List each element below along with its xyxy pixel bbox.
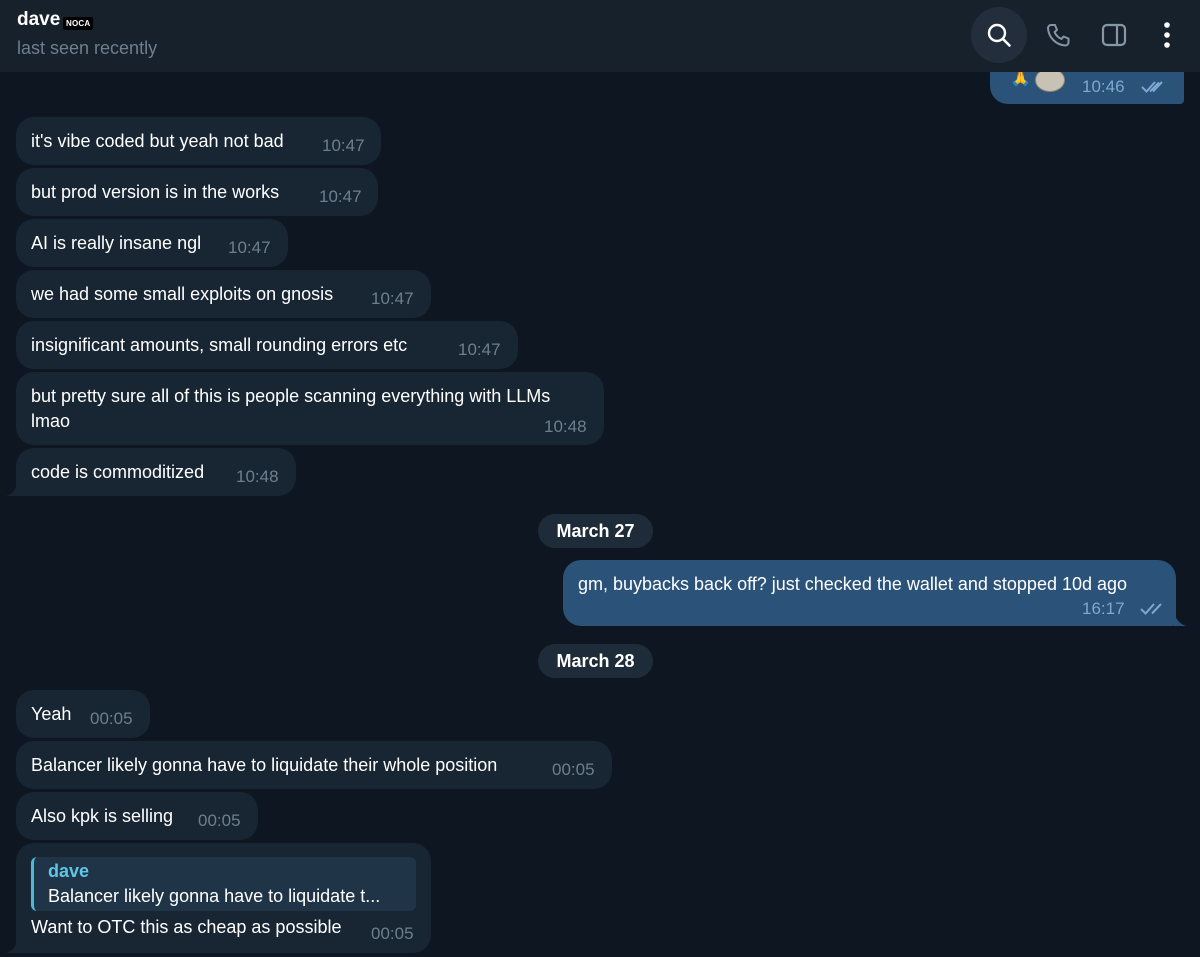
contact-name[interactable]: dave [17,9,60,31]
bubble-tail [6,482,18,496]
message-text: insignificant amounts, small rounding er… [31,335,408,355]
message-time: 10:47 [319,187,362,206]
reply-author: dave [48,861,90,881]
message-bubble-incoming-reply[interactable]: dave Balancer likely gonna have to liqui… [16,843,431,953]
message-text-line: but pretty sure all of this is people sc… [31,386,551,406]
more-menu-button[interactable] [1139,7,1195,63]
message-bubble-incoming[interactable]: AI is really insane ngl 10:47 [16,219,288,267]
message-text: AI is really insane ngl [31,233,202,253]
more-vertical-icon [1164,22,1170,48]
message-bubble-incoming[interactable]: insignificant amounts, small rounding er… [16,321,518,369]
phone-icon [1047,24,1070,47]
bubble-tail [6,939,18,953]
message-time: 10:48 [544,417,587,436]
message-time: 10:47 [458,340,501,359]
message-bubble-incoming[interactable]: we had some small exploits on gnosis 10:… [16,270,431,318]
message-bubble-incoming[interactable]: code is commoditized 10:48 [16,448,296,496]
message-bubble-incoming[interactable]: Yeah 00:05 [16,690,150,738]
date-separator: March 28 [538,644,653,678]
sidebar-toggle-button[interactable] [1086,7,1142,63]
message-time: 00:05 [552,760,595,779]
message-text: but prod version is in the works [31,182,280,202]
chat-window: dave NOCA last seen recently 🙏 10:46 it'… [0,0,1200,957]
message-text: code is commoditized [31,462,205,482]
message-time: 10:47 [371,289,414,308]
message-text: Yeah [31,704,72,724]
sidebar-toggle-icon [1101,23,1127,47]
message-text: gm, buybacks back off? just checked the … [578,574,1128,594]
call-button[interactable] [1030,7,1086,63]
message-time: 10:48 [236,467,279,486]
message-text-line: lmao [31,411,71,431]
contact-badge: NOCA [63,17,94,30]
date-label: March 27 [556,520,635,541]
message-time: 10:46 [1082,77,1125,96]
message-text: it's vibe coded but yeah not bad [31,131,284,151]
message-time: 00:05 [90,709,133,728]
chat-header: dave NOCA last seen recently [0,0,1200,72]
search-icon [987,23,1011,47]
message-bubble-outgoing[interactable]: gm, buybacks back off? just checked the … [563,560,1176,626]
message-bubble-incoming[interactable]: Also kpk is selling 00:05 [16,792,258,840]
reply-preview: Balancer likely gonna have to liquidate … [48,886,381,906]
contact-status: last seen recently [17,38,158,58]
message-bubble-incoming[interactable]: it's vibe coded but yeah not bad 10:47 [16,117,381,165]
message-text: Want to OTC this as cheap as possible [31,917,342,937]
double-check-icon [1141,81,1163,93]
message-time: 10:47 [322,136,365,155]
message-bubble-incoming[interactable]: Balancer likely gonna have to liquidate … [16,741,612,789]
bubble-tail [1174,612,1186,626]
message-text: Also kpk is selling [31,806,174,826]
double-check-icon [1140,603,1162,615]
message-time: 00:05 [371,924,414,943]
message-time: 10:47 [228,238,271,257]
message-time: 00:05 [198,811,241,830]
message-bubble-incoming[interactable]: but prod version is in the works 10:47 [16,168,378,216]
date-separator: March 27 [538,514,653,548]
message-time: 16:17 [1082,599,1125,618]
date-label: March 28 [556,650,635,671]
reply-quote[interactable]: dave Balancer likely gonna have to liqui… [31,857,416,911]
message-text: we had some small exploits on gnosis [31,284,334,304]
message-text: Balancer likely gonna have to liquidate … [31,755,498,775]
search-button[interactable] [971,7,1027,63]
message-bubble-incoming[interactable]: but pretty sure all of this is people sc… [16,372,604,445]
